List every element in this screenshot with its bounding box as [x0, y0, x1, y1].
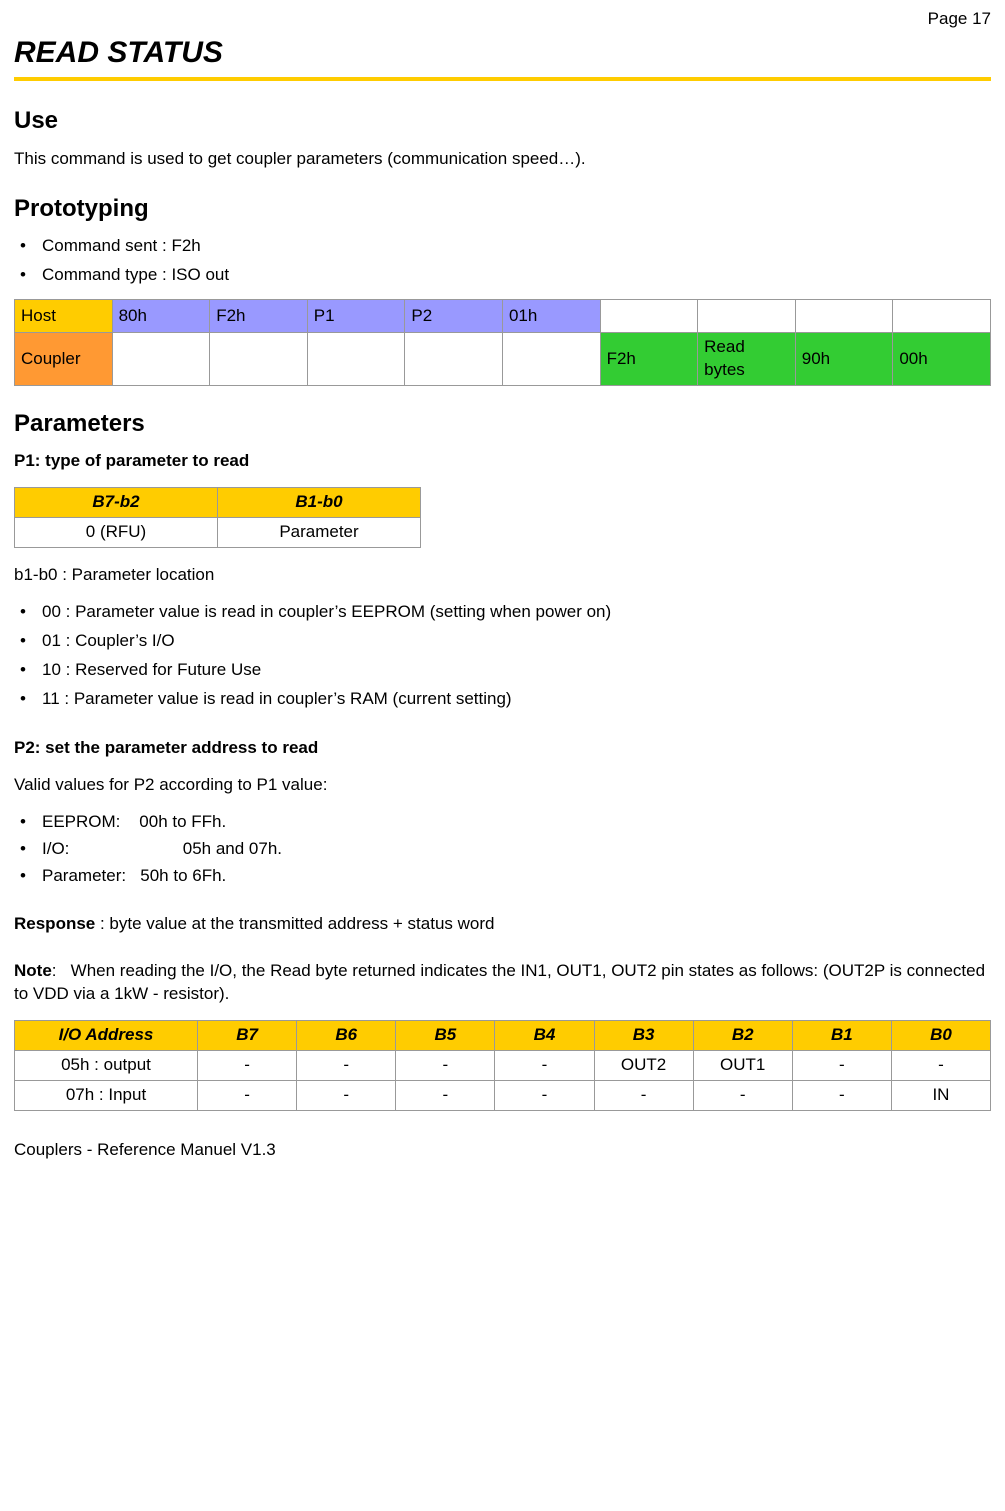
proto-empty-cell: [112, 333, 210, 386]
list-item: EEPROM: 00h to FFh.: [14, 811, 991, 834]
p2-heading: P2: set the parameter address to read: [14, 737, 991, 760]
p1-table: B7-b2 B1-b0 0 (RFU) Parameter: [14, 487, 421, 548]
io-cell: -: [495, 1081, 594, 1111]
note-label: Note: [14, 961, 52, 980]
io-header: B4: [495, 1021, 594, 1051]
proto-empty-cell: [698, 300, 796, 333]
io-cell: -: [594, 1081, 693, 1111]
io-header: B2: [693, 1021, 792, 1051]
proto-coupler-label: Coupler: [15, 333, 113, 386]
io-cell: OUT1: [693, 1051, 792, 1081]
list-item: Parameter: 50h to 6Fh.: [14, 865, 991, 888]
io-cell: -: [297, 1051, 396, 1081]
io-cell: -: [891, 1051, 990, 1081]
proto-empty-cell: [502, 333, 600, 386]
proto-coupler-cell: 90h: [795, 333, 893, 386]
io-cell: -: [198, 1051, 297, 1081]
io-cell: 05h : output: [15, 1051, 198, 1081]
list-item: 11 : Parameter value is read in coupler’…: [14, 688, 991, 711]
proto-host-cell: 80h: [112, 300, 210, 333]
proto-empty-cell: [210, 333, 308, 386]
heading-prototyping: Prototyping: [14, 193, 991, 225]
list-item: 10 : Reserved for Future Use: [14, 659, 991, 682]
proto-empty-cell: [795, 300, 893, 333]
io-cell: -: [396, 1051, 495, 1081]
io-cell: -: [693, 1081, 792, 1111]
io-cell: IN: [891, 1081, 990, 1111]
response-line: Response : byte value at the transmitted…: [14, 913, 991, 936]
p1-cell: Parameter: [218, 518, 421, 548]
io-header: B5: [396, 1021, 495, 1051]
proto-host-label: Host: [15, 300, 113, 333]
note-text: : When reading the I/O, the Read byte re…: [14, 961, 985, 1003]
io-header: B3: [594, 1021, 693, 1051]
proto-coupler-cell: F2h: [600, 333, 698, 386]
note-line: Note: When reading the I/O, the Read byt…: [14, 960, 991, 1006]
proto-empty-cell: [893, 300, 991, 333]
proto-empty-cell: [307, 333, 405, 386]
io-cell: -: [198, 1081, 297, 1111]
heading-parameters: Parameters: [14, 408, 991, 440]
list-item: Command type : ISO out: [14, 264, 991, 287]
io-header: B6: [297, 1021, 396, 1051]
heading-use: Use: [14, 105, 991, 137]
io-table: I/O Address B7 B6 B5 B4 B3 B2 B1 B0 05h …: [14, 1020, 991, 1111]
table-row: 07h : Input - - - - - - - IN: [15, 1081, 991, 1111]
p1-header: B7-b2: [15, 488, 218, 518]
io-cell: -: [396, 1081, 495, 1111]
list-item: Command sent : F2h: [14, 235, 991, 258]
p1-heading: P1: type of parameter to read: [14, 450, 991, 473]
title-underline: [14, 77, 991, 81]
page-number: Page 17: [14, 8, 991, 31]
io-cell: -: [792, 1051, 891, 1081]
p2-intro: Valid values for P2 according to P1 valu…: [14, 774, 991, 797]
list-item: 01 : Coupler’s I/O: [14, 630, 991, 653]
io-cell: -: [792, 1081, 891, 1111]
proto-empty-cell: [405, 333, 503, 386]
b1b0-list: 00 : Parameter value is read in coupler’…: [14, 601, 991, 711]
prototyping-list: Command sent : F2h Command type : ISO ou…: [14, 235, 991, 287]
p2-list: EEPROM: 00h to FFh. I/O: 05h and 07h. Pa…: [14, 811, 991, 888]
page-footer: Couplers - Reference Manuel V1.3: [14, 1139, 991, 1162]
io-header: I/O Address: [15, 1021, 198, 1051]
page-title: READ STATUS: [14, 33, 991, 74]
b1b0-label: b1-b0 : Parameter location: [14, 564, 991, 587]
io-cell: -: [495, 1051, 594, 1081]
io-header: B0: [891, 1021, 990, 1051]
proto-empty-cell: [600, 300, 698, 333]
io-cell: 07h : Input: [15, 1081, 198, 1111]
response-label: Response: [14, 914, 95, 933]
proto-coupler-cell: Read bytes: [698, 333, 796, 386]
use-text: This command is used to get coupler para…: [14, 148, 991, 171]
protocol-table: Host 80h F2h P1 P2 01h Coupler F2h Read …: [14, 299, 991, 386]
proto-host-cell: 01h: [502, 300, 600, 333]
proto-host-cell: P2: [405, 300, 503, 333]
io-header: B7: [198, 1021, 297, 1051]
proto-host-cell: P1: [307, 300, 405, 333]
response-text: : byte value at the transmitted address …: [95, 914, 494, 933]
io-header: B1: [792, 1021, 891, 1051]
p1-cell: 0 (RFU): [15, 518, 218, 548]
list-item: 00 : Parameter value is read in coupler’…: [14, 601, 991, 624]
list-item: I/O: 05h and 07h.: [14, 838, 991, 861]
io-cell: -: [297, 1081, 396, 1111]
io-cell: OUT2: [594, 1051, 693, 1081]
proto-coupler-cell: 00h: [893, 333, 991, 386]
proto-host-cell: F2h: [210, 300, 308, 333]
p1-header: B1-b0: [218, 488, 421, 518]
table-row: 05h : output - - - - OUT2 OUT1 - -: [15, 1051, 991, 1081]
